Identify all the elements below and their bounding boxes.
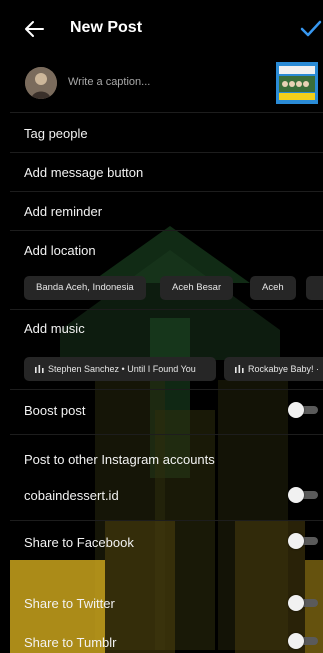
form-content: New Post Write a caption... Tag people A… bbox=[10, 0, 323, 653]
arrow-left-icon[interactable] bbox=[23, 17, 47, 41]
share-twitter-label: Share to Twitter bbox=[24, 596, 115, 611]
equalizer-icon bbox=[35, 365, 44, 373]
share-facebook-toggle[interactable] bbox=[288, 533, 320, 549]
location-chip-partial[interactable] bbox=[306, 276, 323, 300]
divider bbox=[10, 152, 323, 153]
location-chip[interactable]: Aceh Besar bbox=[160, 276, 234, 300]
other-accounts-heading: Post to other Instagram accounts bbox=[24, 452, 215, 467]
divider bbox=[10, 112, 323, 113]
share-tumblr-label: Share to Tumblr bbox=[24, 635, 117, 650]
music-chip-label: Stephen Sanchez • Until I Found You bbox=[48, 364, 196, 374]
account-name-label: cobaindessert.id bbox=[24, 488, 119, 503]
avatar bbox=[25, 67, 57, 99]
music-suggestions: Stephen Sanchez • Until I Found You Rock… bbox=[10, 357, 323, 381]
new-post-panel: New Post Write a caption... Tag people A… bbox=[10, 0, 323, 653]
share-tumblr-toggle[interactable] bbox=[288, 633, 320, 649]
page-title: New Post bbox=[70, 19, 143, 36]
account-toggle[interactable] bbox=[288, 487, 320, 503]
toggle-knob bbox=[288, 402, 304, 418]
boost-post-toggle[interactable] bbox=[288, 402, 320, 418]
new-post-screen: New Post Write a caption... Tag people A… bbox=[0, 0, 323, 653]
caption-row: Write a caption... bbox=[10, 60, 323, 108]
toggle-knob bbox=[288, 533, 304, 549]
divider bbox=[10, 230, 323, 231]
toggle-knob bbox=[288, 633, 304, 649]
divider bbox=[10, 520, 323, 521]
location-chip[interactable]: Aceh bbox=[250, 276, 296, 300]
caption-input[interactable]: Write a caption... bbox=[68, 76, 150, 88]
toggle-knob bbox=[288, 595, 304, 611]
add-music-item[interactable]: Add music bbox=[24, 321, 85, 336]
divider bbox=[10, 434, 323, 435]
equalizer-icon bbox=[235, 365, 244, 373]
boost-post-label: Boost post bbox=[24, 403, 86, 418]
music-chip[interactable]: Rockabye Baby! · bbox=[224, 357, 323, 381]
location-suggestions: Banda Aceh, Indonesia Aceh Besar Aceh bbox=[10, 276, 323, 300]
toggle-knob bbox=[288, 487, 304, 503]
header-bar: New Post bbox=[10, 0, 323, 56]
music-chip-label: Rockabye Baby! · bbox=[248, 364, 320, 374]
music-chip[interactable]: Stephen Sanchez • Until I Found You bbox=[24, 357, 216, 381]
tag-people-item[interactable]: Tag people bbox=[24, 126, 88, 141]
add-reminder-item[interactable]: Add reminder bbox=[24, 204, 102, 219]
divider bbox=[10, 191, 323, 192]
checkmark-icon[interactable] bbox=[299, 17, 323, 41]
location-chip[interactable]: Banda Aceh, Indonesia bbox=[24, 276, 146, 300]
divider bbox=[10, 309, 323, 310]
add-message-button-item[interactable]: Add message button bbox=[24, 165, 143, 180]
post-thumbnail bbox=[276, 62, 318, 104]
add-location-item[interactable]: Add location bbox=[24, 243, 96, 258]
divider bbox=[10, 389, 323, 390]
share-facebook-label: Share to Facebook bbox=[24, 535, 134, 550]
share-twitter-toggle[interactable] bbox=[288, 595, 320, 611]
